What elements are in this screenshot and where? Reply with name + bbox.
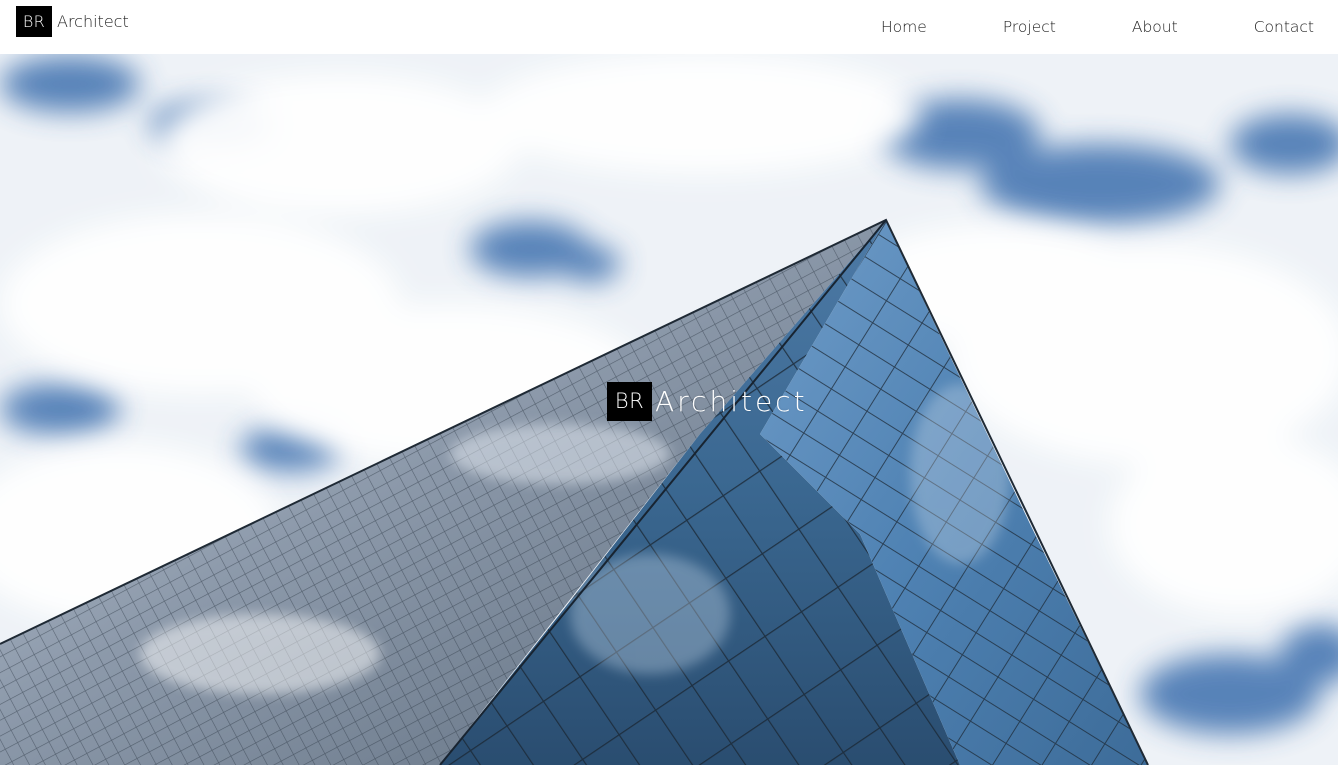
nav-item-contact: Contact [1202, 0, 1338, 54]
nav-link-contact[interactable]: Contact [1202, 0, 1338, 54]
hero-brand-name: Architect [655, 385, 808, 418]
brand-name: Architect [57, 12, 129, 31]
nav-link-about[interactable]: About [1080, 0, 1202, 54]
hero-brand-box: BR [607, 382, 652, 421]
top-navbar: BR Architect Home Project About Contact [0, 0, 1338, 54]
brand-logo-link[interactable]: BR Architect [16, 6, 129, 37]
nav-item-project: Project [951, 0, 1080, 54]
brand-logo-box: BR [16, 6, 52, 37]
main-nav: Home Project About Contact [881, 0, 1338, 54]
nav-link-home[interactable]: Home [881, 0, 951, 54]
hero-section: BR Architect [0, 54, 1338, 765]
nav-item-home: Home [881, 0, 951, 54]
nav-link-project[interactable]: Project [951, 0, 1080, 54]
nav-item-about: About [1080, 0, 1202, 54]
hero-brand-logo: BR Architect [607, 382, 808, 421]
